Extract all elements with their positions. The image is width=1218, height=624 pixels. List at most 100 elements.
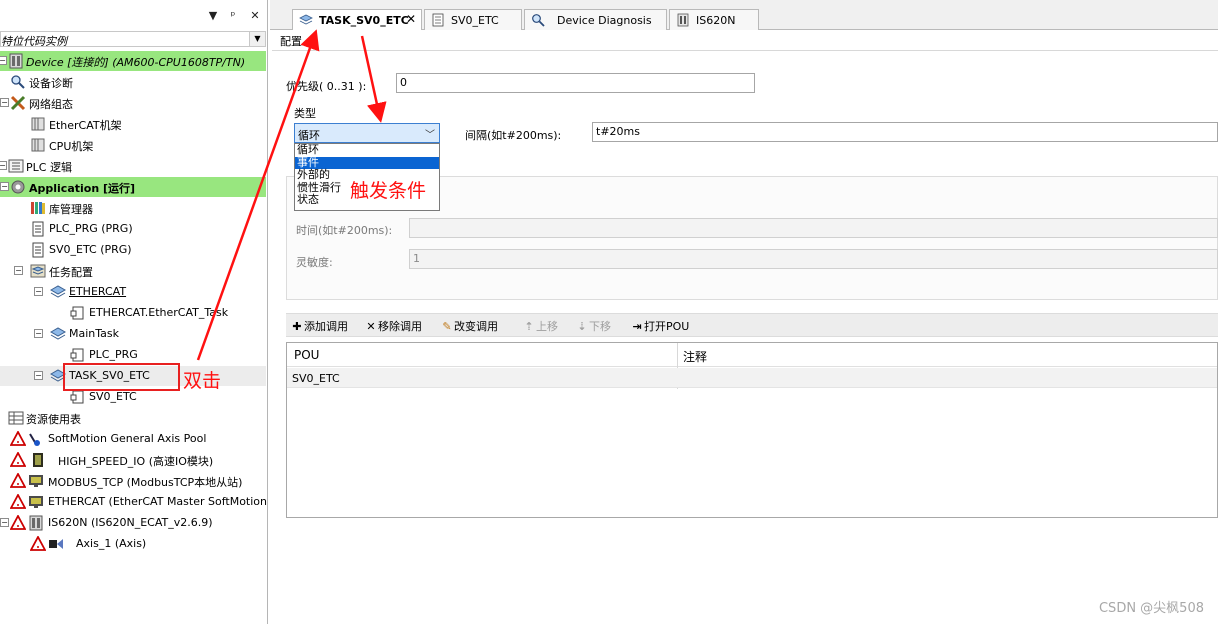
tree-item-label: 设备诊断 bbox=[29, 77, 73, 90]
pou-call-table: POU 注释 SV0_ETC bbox=[286, 342, 1218, 518]
column-header-comment[interactable]: 注释 bbox=[683, 348, 707, 365]
task-config-editor: 配置 优先级( 0..31 ): 0 类型 循环 ﹀ 间隔(如t#200ms):… bbox=[272, 30, 1218, 624]
is620n-node[interactable]: − IS620N (IS620N_ECAT_v2.6.9) bbox=[0, 513, 266, 533]
panel-pin-icon[interactable]: ᵖ bbox=[226, 9, 240, 22]
tree-item-label: PLC_PRG (PRG) bbox=[49, 222, 133, 235]
tree-item-label: SV0_ETC bbox=[89, 390, 137, 403]
motor-icon bbox=[49, 539, 63, 549]
warning-icon bbox=[10, 473, 26, 488]
type-selected-value: 循环 bbox=[298, 129, 320, 142]
collapse-icon[interactable]: − bbox=[0, 56, 7, 65]
tab-task-sv0-etc[interactable]: TASK_SV0_ETC ✕ bbox=[292, 9, 422, 31]
editor-tab-bar: TASK_SV0_ETC ✕ SV0_ETC Device Diagnosis … bbox=[270, 0, 1218, 31]
project-name: 特位代码实例 bbox=[1, 35, 67, 48]
chevron-down-icon: ﹀ bbox=[425, 130, 435, 141]
collapse-icon[interactable]: − bbox=[0, 98, 9, 107]
tab-is620n[interactable]: IS620N bbox=[669, 9, 759, 30]
device-icon bbox=[9, 53, 23, 69]
open-pou-button[interactable]: ⇥ 打开POU bbox=[630, 318, 689, 334]
panel-close-icon[interactable]: ✕ bbox=[248, 9, 262, 22]
collapse-icon[interactable]: − bbox=[34, 329, 43, 338]
double-click-highlight-box bbox=[63, 363, 180, 391]
interval-input[interactable]: t#20ms bbox=[592, 122, 1218, 142]
screen-icon bbox=[29, 475, 43, 487]
axis-1-node[interactable]: Axis_1 (Axis) bbox=[0, 534, 266, 554]
search-icon bbox=[11, 75, 25, 89]
collapse-icon[interactable]: − bbox=[0, 182, 9, 191]
type-select[interactable]: 循环 ﹀ bbox=[294, 123, 440, 143]
sensitivity-input[interactable]: 1 bbox=[409, 249, 1218, 269]
task-icon bbox=[50, 285, 66, 298]
tree-item-label: Axis_1 (Axis) bbox=[76, 537, 147, 550]
resource-usage-node[interactable]: 资源使用表 bbox=[0, 408, 266, 428]
column-header-pou[interactable]: POU bbox=[294, 348, 319, 362]
remove-call-button[interactable]: ✕ 移除调用 bbox=[364, 318, 422, 334]
tree-item-label: SoftMotion General Axis Pool bbox=[48, 432, 207, 445]
collapse-icon[interactable]: − bbox=[34, 287, 43, 296]
open-icon: ⇥ bbox=[632, 320, 642, 333]
device-node[interactable]: − Device [连接的] (AM600-CPU1608TP/TN) bbox=[0, 51, 266, 71]
chevron-down-icon[interactable]: ▼ bbox=[249, 32, 265, 46]
project-selector[interactable]: 特位代码实例 ▼ bbox=[0, 31, 266, 48]
tab-label: TASK_SV0_ETC bbox=[319, 14, 409, 27]
maintask-plc-prg-node[interactable]: PLC_PRG bbox=[0, 345, 266, 365]
tree-item-label: PLC 逻辑 bbox=[26, 161, 72, 174]
time-input[interactable] bbox=[409, 218, 1218, 238]
sv0-etc-prg-node[interactable]: SV0_ETC (PRG) bbox=[0, 240, 266, 260]
cpu-rack-node[interactable]: CPU机架 bbox=[0, 135, 266, 155]
tree-item-label: 库管理器 bbox=[49, 203, 93, 216]
maintask-node[interactable]: − MainTask bbox=[0, 324, 266, 344]
tree-item-label: MainTask bbox=[69, 327, 119, 340]
type-option[interactable]: 循环 bbox=[295, 143, 439, 157]
move-up-button[interactable]: ⇡ 上移 bbox=[522, 318, 558, 334]
sensitivity-label: 灵敏度: bbox=[296, 256, 333, 269]
tree-item-label: ETHERCAT (EtherCAT Master SoftMotion) bbox=[48, 495, 268, 508]
rack-icon bbox=[31, 138, 45, 152]
warning-icon bbox=[10, 431, 26, 446]
warning-icon bbox=[10, 452, 26, 467]
tab-sv0-etc[interactable]: SV0_ETC bbox=[424, 9, 522, 30]
plc-icon bbox=[8, 159, 24, 173]
ethercat-master-node[interactable]: ETHERCAT (EtherCAT Master SoftMotion) bbox=[0, 492, 268, 512]
change-call-button[interactable]: ✎ 改变调用 bbox=[440, 318, 498, 334]
divider bbox=[272, 50, 1218, 51]
add-call-button[interactable]: ✚ 添加调用 bbox=[290, 318, 348, 334]
collapse-icon[interactable]: − bbox=[34, 371, 43, 380]
ethercat-task-call-node[interactable]: ETHERCAT.EtherCAT_Task bbox=[0, 303, 266, 323]
tree-item-label: PLC_PRG bbox=[89, 348, 138, 361]
tree-item-label: 网络组态 bbox=[29, 98, 73, 111]
library-manager-node[interactable]: 库管理器 bbox=[0, 198, 266, 218]
table-row[interactable]: SV0_ETC bbox=[287, 368, 1217, 388]
tab-label: IS620N bbox=[696, 14, 736, 27]
device-diagnosis-node[interactable]: 设备诊断 bbox=[0, 72, 266, 92]
softmotion-pool-node[interactable]: SoftMotion General Axis Pool bbox=[0, 429, 266, 449]
tools-icon bbox=[10, 95, 26, 111]
edit-icon: ✎ bbox=[442, 320, 452, 333]
io-icon bbox=[33, 453, 43, 467]
ethercat-task-node[interactable]: − ETHERCAT bbox=[0, 282, 266, 302]
task-config-node[interactable]: − 任务配置 bbox=[0, 261, 266, 281]
magnifier-icon bbox=[532, 14, 545, 27]
collapse-icon[interactable]: − bbox=[14, 266, 23, 275]
tab-device-diagnosis[interactable]: Device Diagnosis bbox=[524, 9, 667, 30]
high-speed-io-node[interactable]: HIGH_SPEED_IO (高速IO模块) bbox=[0, 450, 266, 470]
move-down-button[interactable]: ⇣ 下移 bbox=[575, 318, 611, 334]
interval-label: 间隔(如t#200ms): bbox=[465, 129, 562, 142]
priority-input[interactable]: 0 bbox=[396, 73, 755, 93]
plc-prg-node[interactable]: PLC_PRG (PRG) bbox=[0, 219, 266, 239]
collapse-icon[interactable]: − bbox=[0, 518, 9, 527]
plc-logic-node[interactable]: − PLC 逻辑 bbox=[0, 156, 266, 176]
table-cell-pou: SV0_ETC bbox=[292, 372, 340, 385]
config-section-label: 配置 bbox=[280, 35, 302, 48]
tree-item-label: 资源使用表 bbox=[26, 413, 81, 426]
tab-label: SV0_ETC bbox=[451, 14, 499, 27]
collapse-icon[interactable]: − bbox=[0, 161, 7, 170]
close-icon[interactable]: ✕ bbox=[406, 12, 416, 26]
panel-menu-icon[interactable]: ▼ bbox=[206, 9, 220, 22]
network-config-node[interactable]: − 网络组态 bbox=[0, 93, 266, 113]
rack-icon bbox=[31, 117, 45, 131]
plus-icon: ✚ bbox=[292, 320, 302, 333]
application-node[interactable]: − Application [运行] bbox=[0, 177, 266, 197]
ethercat-rack-node[interactable]: EtherCAT机架 bbox=[0, 114, 266, 134]
modbus-tcp-node[interactable]: MODBUS_TCP (ModbusTCP本地从站) bbox=[0, 471, 266, 491]
